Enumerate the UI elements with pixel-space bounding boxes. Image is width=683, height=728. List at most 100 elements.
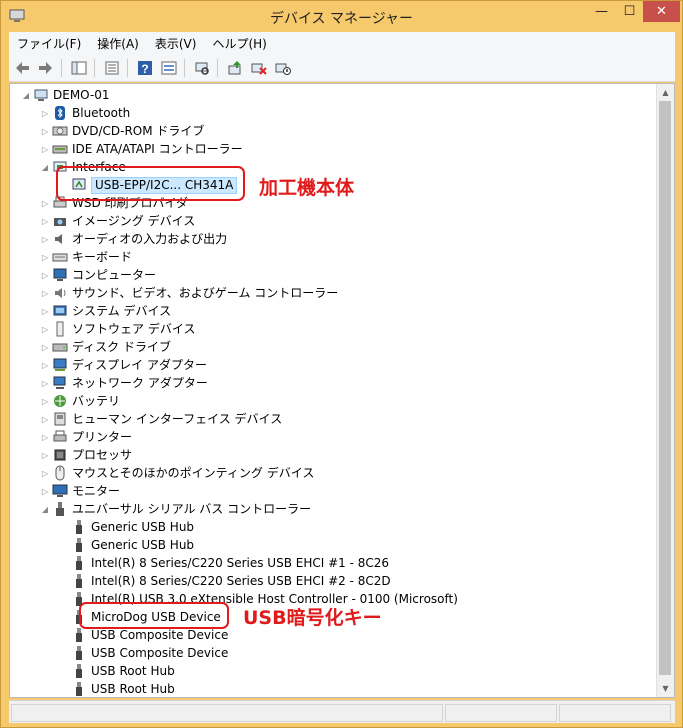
- expand-arrow-icon[interactable]: ▷: [40, 464, 50, 482]
- tree-category[interactable]: バッテリ: [52, 392, 120, 410]
- tree-category[interactable]: プリンター: [52, 428, 132, 446]
- properties-button[interactable]: [101, 58, 123, 78]
- tree-node-label: Intel(R) 8 Series/C220 Series USB EHCI #…: [91, 574, 391, 588]
- annotation-box-microdog: [79, 602, 229, 629]
- minimize-button[interactable]: —: [587, 1, 616, 22]
- expand-arrow-icon[interactable]: ▷: [40, 194, 50, 212]
- tree-device[interactable]: USB Root Hub: [71, 680, 175, 697]
- scrollbar-thumb[interactable]: [659, 101, 671, 675]
- forward-button[interactable]: [35, 58, 57, 78]
- tree-node-label: DEMO-01: [53, 88, 110, 102]
- tree-device[interactable]: USB Composite Device: [71, 644, 228, 662]
- display-adapter-icon: [52, 357, 68, 373]
- forward-icon: [39, 61, 52, 74]
- expand-arrow-icon[interactable]: ▷: [40, 266, 50, 284]
- tree-node-label: キーボード: [72, 250, 133, 264]
- tree-category[interactable]: キーボード: [52, 248, 132, 266]
- help-button[interactable]: ?: [134, 58, 156, 78]
- expand-arrow-icon[interactable]: ▷: [40, 338, 50, 356]
- menu-help[interactable]: ヘルプ(H): [204, 35, 274, 52]
- tree-node-label: マウスとそのほかのポインティング デバイス: [72, 466, 315, 480]
- tree-device[interactable]: Intel(R) 8 Series/C220 Series USB EHCI #…: [71, 572, 391, 590]
- tree-node-label: USB Root Hub: [91, 682, 175, 696]
- dvd-drive-icon: [52, 123, 68, 139]
- expand-arrow-icon[interactable]: ▷: [40, 284, 50, 302]
- view-resources-button[interactable]: [158, 58, 180, 78]
- status-cell: [445, 704, 557, 722]
- expand-arrow-icon[interactable]: ▷: [40, 302, 50, 320]
- menu-file[interactable]: ファイル(F): [9, 35, 89, 52]
- tree-category[interactable]: ヒューマン インターフェイス デバイス: [52, 410, 282, 428]
- tree-device[interactable]: Intel(R) 8 Series/C220 Series USB EHCI #…: [71, 554, 389, 572]
- expand-arrow-icon[interactable]: ▷: [40, 230, 50, 248]
- close-button[interactable]: ✕: [643, 1, 680, 22]
- tree-category[interactable]: IDE ATA/ATAPI コントローラー: [52, 140, 243, 158]
- tree-category[interactable]: コンピューター: [52, 266, 156, 284]
- tree-category[interactable]: Bluetooth: [52, 104, 130, 122]
- tree-category[interactable]: ディスプレイ アダプター: [52, 356, 207, 374]
- menu-action[interactable]: 操作(A): [89, 35, 147, 52]
- expand-arrow-icon[interactable]: ▷: [40, 392, 50, 410]
- title-bar[interactable]: デバイス マネージャー — ☐ ✕: [1, 1, 682, 33]
- collapse-arrow-icon[interactable]: ◢: [40, 500, 50, 518]
- tree-node-label: ディスク ドライブ: [72, 340, 171, 354]
- tree-node-label: Generic USB Hub: [91, 538, 195, 552]
- tree-category[interactable]: プロセッサ: [52, 446, 132, 464]
- tree-node-label: ヒューマン インターフェイス デバイス: [72, 412, 283, 426]
- scroll-down-icon[interactable]: ▼: [657, 680, 674, 697]
- show-hide-tree-button[interactable]: [68, 58, 90, 78]
- expand-arrow-icon[interactable]: ▷: [40, 248, 50, 266]
- tree-category[interactable]: サウンド、ビデオ、およびゲーム コントローラー: [52, 284, 338, 302]
- minimize-icon: —: [595, 4, 608, 19]
- disable-device-icon: [275, 63, 291, 75]
- expand-arrow-icon[interactable]: ▷: [40, 212, 50, 230]
- tree-node-label: オーディオの入力および出力: [72, 232, 228, 246]
- tree-category[interactable]: モニター: [52, 482, 120, 500]
- tree-node-label: システム デバイス: [72, 304, 172, 318]
- tree-device[interactable]: USB Root Hub: [71, 662, 175, 680]
- expand-arrow-icon[interactable]: ▷: [40, 482, 50, 500]
- status-cell: [559, 704, 671, 722]
- expand-arrow-icon[interactable]: ▷: [40, 140, 50, 158]
- usb-plug-icon: [71, 627, 87, 643]
- tree-category[interactable]: ディスク ドライブ: [52, 338, 171, 356]
- keyboard-icon: [52, 249, 68, 265]
- expand-arrow-icon[interactable]: ▷: [40, 122, 50, 140]
- scan-hardware-button[interactable]: [191, 58, 213, 78]
- expand-arrow-icon[interactable]: ▷: [40, 428, 50, 446]
- uninstall-button[interactable]: [248, 58, 270, 78]
- expand-arrow-icon[interactable]: ▷: [40, 356, 50, 374]
- tree-category[interactable]: マウスとそのほかのポインティング デバイス: [52, 464, 314, 482]
- expand-arrow-icon[interactable]: ▷: [40, 374, 50, 392]
- scroll-up-icon[interactable]: ▲: [657, 84, 674, 101]
- battery-icon: [52, 393, 68, 409]
- expand-arrow-icon[interactable]: ▷: [40, 104, 50, 122]
- mouse-icon: [52, 465, 68, 481]
- tree-device[interactable]: Generic USB Hub: [71, 536, 194, 554]
- expand-arrow-icon[interactable]: ▷: [40, 320, 50, 338]
- expand-arrow-icon[interactable]: ▷: [40, 410, 50, 428]
- tree-device[interactable]: Generic USB Hub: [71, 518, 194, 536]
- tree-category[interactable]: ソフトウェア デバイス: [52, 320, 195, 338]
- disable-device-button[interactable]: [272, 58, 294, 78]
- tree-category[interactable]: システム デバイス: [52, 302, 171, 320]
- tree-node-label: USB Root Hub: [91, 664, 175, 678]
- back-button[interactable]: [11, 58, 33, 78]
- tree-category[interactable]: ユニバーサル シリアル バス コントローラー: [52, 500, 311, 518]
- tree-node-label: IDE ATA/ATAPI コントローラー: [72, 142, 243, 156]
- tree-node-label: ネットワーク アダプター: [72, 376, 208, 390]
- tree-category[interactable]: オーディオの入力および出力: [52, 230, 227, 248]
- status-bar: [9, 700, 675, 723]
- collapse-arrow-icon[interactable]: ◢: [21, 86, 31, 104]
- collapse-arrow-icon[interactable]: ◢: [40, 158, 50, 176]
- properties-icon: [71, 61, 87, 74]
- vertical-scrollbar[interactable]: ▲ ▼: [656, 84, 674, 697]
- tree-category[interactable]: ネットワーク アダプター: [52, 374, 208, 392]
- tree-category[interactable]: DVD/CD-ROM ドライブ: [52, 122, 204, 140]
- menu-view[interactable]: 表示(V): [147, 35, 205, 52]
- expand-arrow-icon[interactable]: ▷: [40, 446, 50, 464]
- tree-category[interactable]: イメージング デバイス: [52, 212, 195, 230]
- update-driver-button[interactable]: [224, 58, 246, 78]
- maximize-button[interactable]: ☐: [616, 1, 643, 22]
- tree-root-computer[interactable]: DEMO-01: [33, 86, 110, 104]
